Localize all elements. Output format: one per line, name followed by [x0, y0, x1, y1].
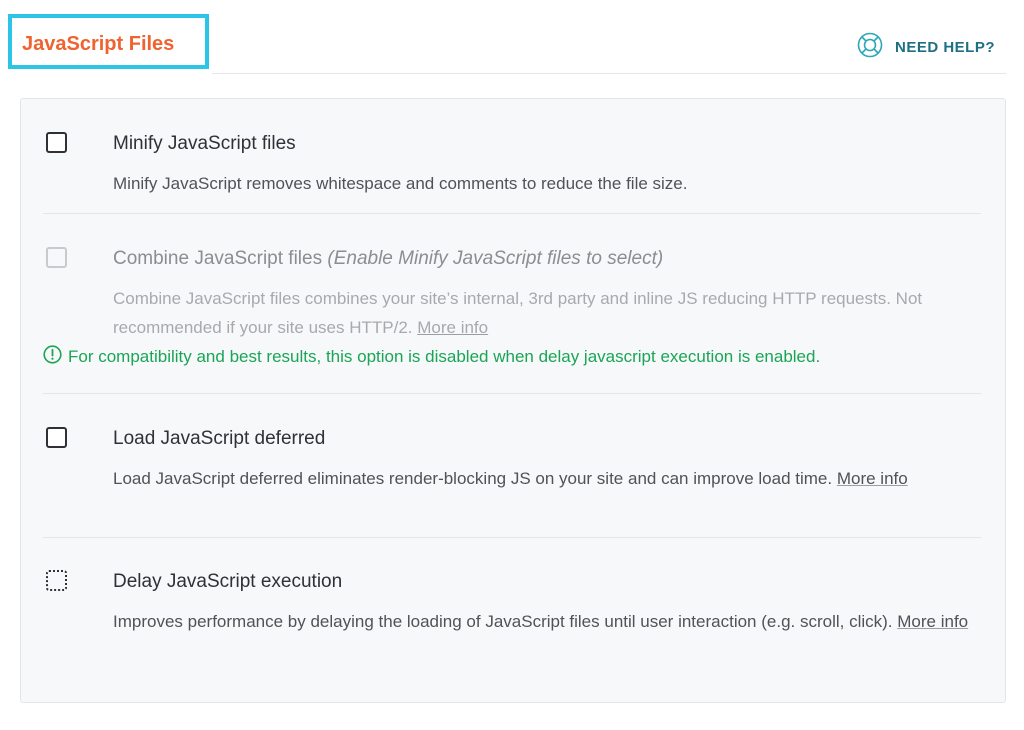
minify-js-checkbox[interactable] — [46, 132, 67, 153]
combine-js-more-info-link[interactable]: More info — [417, 318, 488, 337]
load-deferred-checkbox[interactable] — [46, 427, 67, 448]
section-title: JavaScript Files — [22, 33, 175, 55]
delay-js-more-info-link[interactable]: More info — [897, 612, 968, 631]
load-deferred-title: Load JavaScript deferred — [113, 428, 326, 449]
combine-js-description: Combine JavaScript files combines your s… — [113, 284, 981, 342]
info-circle-icon — [43, 345, 68, 369]
header-divider — [212, 73, 1006, 74]
load-deferred-description: Load JavaScript deferred eliminates rend… — [113, 464, 981, 493]
divider — [43, 393, 981, 394]
delay-js-title: Delay JavaScript execution — [113, 571, 343, 592]
notice-text: For compatibility and best results, this… — [68, 347, 821, 366]
delay-js-description: Improves performance by delaying the loa… — [113, 607, 981, 636]
delay-js-checkbox[interactable] — [46, 570, 67, 591]
need-help-label: NEED HELP? — [894, 38, 995, 56]
combine-js-title-text: Combine JavaScript files — [113, 248, 323, 269]
combine-js-checkbox[interactable] — [46, 247, 67, 268]
minify-js-title: Minify JavaScript files — [113, 133, 296, 154]
need-help-link[interactable]: NEED HELP? — [857, 32, 995, 62]
delay-js-description-text: Improves performance by delaying the loa… — [113, 612, 893, 631]
minify-js-description: Minify JavaScript removes whitespace and… — [113, 174, 688, 193]
load-deferred-more-info-link[interactable]: More info — [837, 469, 908, 488]
divider — [43, 213, 981, 214]
combine-js-title-note: (Enable Minify JavaScript files to selec… — [327, 248, 664, 269]
divider — [43, 537, 981, 538]
combine-js-description-text: Combine JavaScript files combines your s… — [113, 289, 923, 337]
load-deferred-description-text: Load JavaScript deferred eliminates rend… — [113, 469, 833, 488]
options-panel: Minify JavaScript files Minify JavaScrip… — [20, 98, 1006, 703]
lifebuoy-icon — [857, 32, 895, 62]
delay-js-compatibility-notice: For compatibility and best results, this… — [43, 345, 820, 369]
combine-js-title: Combine JavaScript files (Enable Minify … — [113, 248, 663, 270]
